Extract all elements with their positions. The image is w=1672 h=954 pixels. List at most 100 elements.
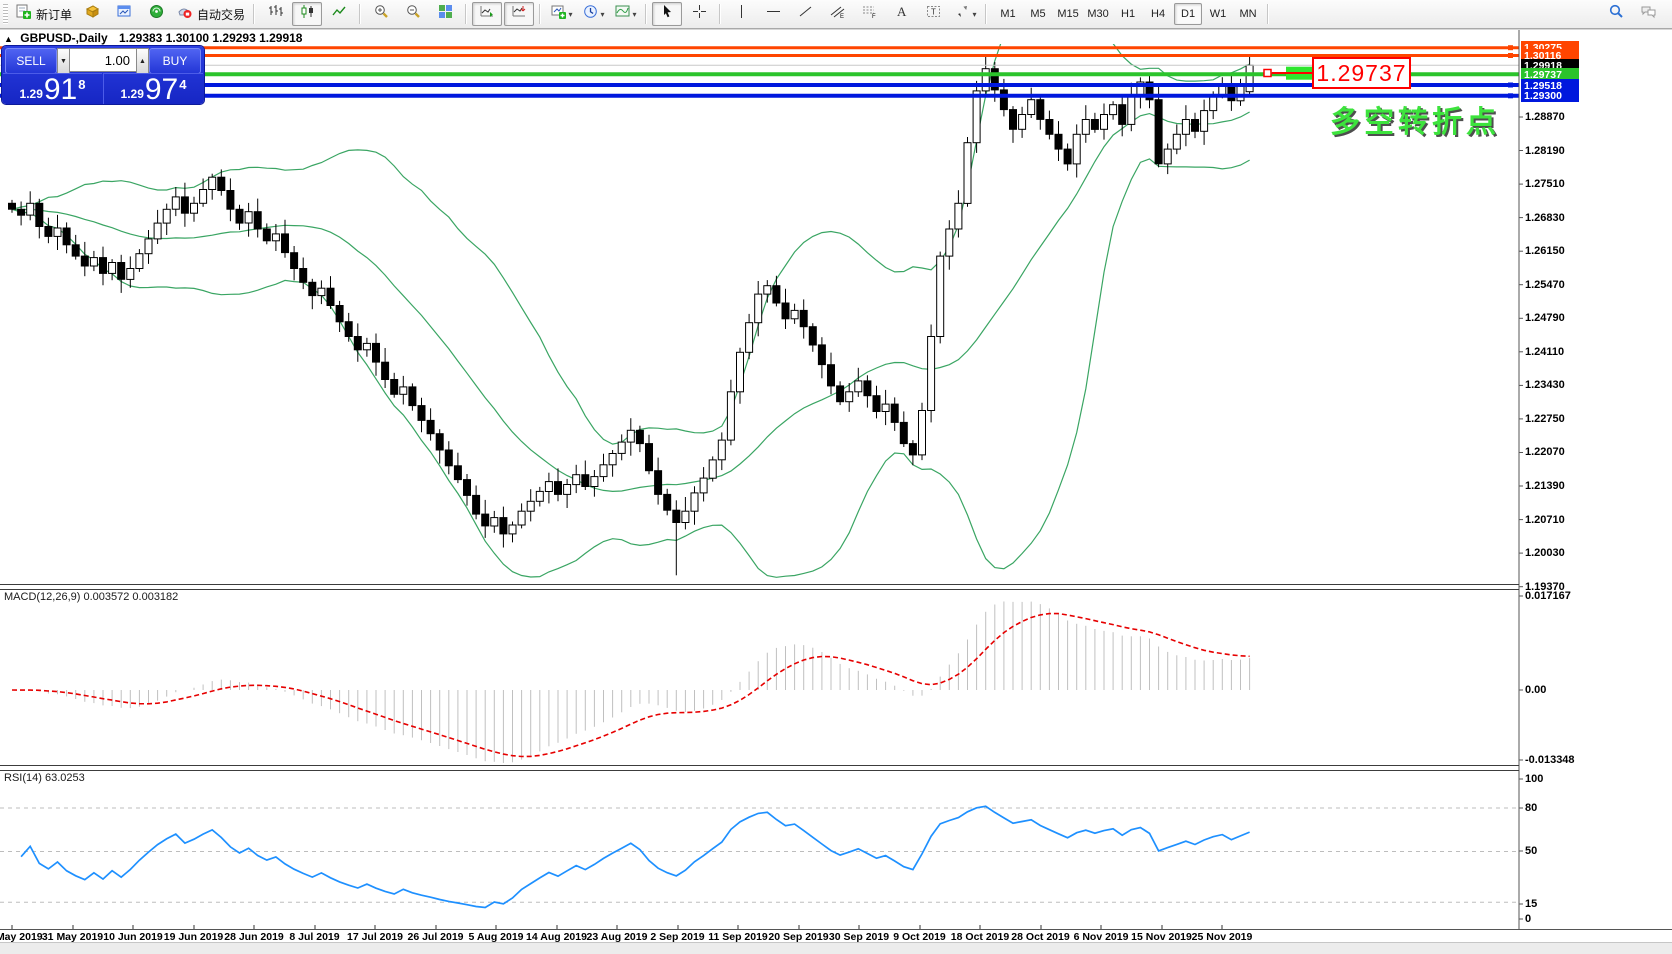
- dropdown-arrow-icon[interactable]: ▾: [633, 10, 637, 19]
- text-label-button[interactable]: T: [918, 2, 948, 26]
- macd-axis-tick[interactable]: 0.00: [1525, 684, 1546, 696]
- date-axis-label[interactable]: 25 Nov 2019: [1192, 931, 1253, 943]
- bar-chart-button[interactable]: [260, 2, 290, 26]
- dropdown-arrow-icon[interactable]: ▾: [569, 10, 573, 19]
- date-axis-label[interactable]: 17 Jul 2019: [347, 931, 403, 943]
- rsi-axis-tick[interactable]: 0: [1525, 913, 1531, 925]
- volume-decrease-button[interactable]: ▼: [57, 48, 70, 74]
- arrows-button[interactable]: ▾: [950, 2, 980, 26]
- buy-price[interactable]: 1.29974: [103, 73, 203, 104]
- timeframe-h1-button[interactable]: H1: [1114, 3, 1142, 25]
- timeframe-m15-button[interactable]: M15: [1054, 3, 1082, 25]
- date-axis-label[interactable]: 23 Aug 2019: [587, 931, 648, 943]
- vertical-line-button[interactable]: [726, 2, 756, 26]
- fibonacci-button[interactable]: F: [854, 2, 884, 26]
- rsi-axis-tick[interactable]: 15: [1525, 898, 1537, 910]
- date-axis-label[interactable]: 20 Sep 2019: [768, 931, 828, 943]
- line-chart-button[interactable]: [324, 2, 354, 26]
- new-chart-button[interactable]: ▾: [546, 2, 576, 26]
- sell-button[interactable]: SELL: [5, 48, 57, 74]
- date-axis-label[interactable]: 19 Jun 2019: [164, 931, 224, 943]
- timeframe-h4-button[interactable]: H4: [1144, 3, 1172, 25]
- text-button[interactable]: A: [886, 2, 916, 26]
- price-axis-tick[interactable]: 1.22750: [1525, 413, 1565, 425]
- rsi-axis-tick[interactable]: 50: [1525, 845, 1537, 857]
- data-window-button[interactable]: [109, 2, 139, 26]
- sell-price[interactable]: 1.29918: [3, 73, 102, 104]
- candlestick-chart-button[interactable]: [292, 2, 322, 26]
- rsi-axis-tick[interactable]: 80: [1525, 802, 1537, 814]
- market-watch-button[interactable]: [77, 2, 107, 26]
- date-axis-label[interactable]: 8 Jul 2019: [289, 931, 339, 943]
- line-handle[interactable]: [1508, 53, 1513, 58]
- price-axis-tick[interactable]: 1.24790: [1525, 312, 1565, 324]
- timeframe-m5-button[interactable]: M5: [1024, 3, 1052, 25]
- price-axis-tick[interactable]: 1.24110: [1525, 346, 1564, 358]
- timeframe-d1-button[interactable]: D1: [1174, 3, 1202, 25]
- period-button[interactable]: ▾: [578, 2, 608, 26]
- line-handle[interactable]: [1508, 93, 1513, 98]
- new-order-button[interactable]: 新订单: [12, 2, 75, 26]
- volume-increase-button[interactable]: ▲: [136, 48, 149, 74]
- autotrading-button[interactable]: 自动交易: [173, 2, 248, 26]
- timeframe-mn-button[interactable]: MN: [1234, 3, 1262, 25]
- date-axis-label[interactable]: 2 Sep 2019: [650, 931, 704, 943]
- date-axis-label[interactable]: 10 Jun 2019: [103, 931, 163, 943]
- price-axis-tick[interactable]: 1.20030: [1525, 547, 1565, 559]
- price-axis-tick[interactable]: 1.20710: [1525, 514, 1565, 526]
- crosshair-button[interactable]: [684, 2, 714, 26]
- price-axis-tick[interactable]: 1.28190: [1525, 145, 1565, 157]
- price-axis-tick[interactable]: 1.22070: [1525, 446, 1565, 458]
- search-button[interactable]: [1601, 2, 1631, 26]
- dropdown-arrow-icon[interactable]: ▾: [973, 10, 977, 19]
- macd-axis-tick[interactable]: 0.017167: [1525, 590, 1571, 602]
- price-axis-tick[interactable]: 1.28870: [1525, 111, 1565, 123]
- line-handle[interactable]: [1508, 83, 1513, 88]
- date-axis-label[interactable]: 18 Oct 2019: [951, 931, 1009, 943]
- zoom-out-button[interactable]: [398, 2, 428, 26]
- template-button[interactable]: ▾: [610, 2, 640, 26]
- date-axis-label[interactable]: 22 May 2019: [0, 931, 43, 943]
- note-annotation[interactable]: 多空转折点: [1330, 97, 1500, 141]
- timeframe-m1-button[interactable]: M1: [994, 3, 1022, 25]
- date-axis-label[interactable]: 31 May 2019: [42, 931, 103, 943]
- buy-button[interactable]: BUY: [149, 48, 201, 74]
- equidistant-channel-button[interactable]: E: [822, 2, 852, 26]
- chart-canvas[interactable]: [0, 0, 1672, 953]
- price-axis-tick[interactable]: 1.23430: [1525, 379, 1565, 391]
- date-axis-label[interactable]: 30 Sep 2019: [829, 931, 889, 943]
- callout-anchor[interactable]: [1264, 70, 1271, 77]
- date-axis-label[interactable]: 6 Nov 2019: [1074, 931, 1129, 943]
- timeframe-m30-button[interactable]: M30: [1084, 3, 1112, 25]
- trendline-button[interactable]: [790, 2, 820, 26]
- collapse-panel-icon[interactable]: ▲: [4, 34, 13, 44]
- tile-windows-button[interactable]: [430, 2, 460, 26]
- cursor-button[interactable]: [652, 2, 682, 26]
- volume-input[interactable]: [70, 48, 136, 72]
- date-axis-label[interactable]: 28 Oct 2019: [1011, 931, 1069, 943]
- navigator-button[interactable]: [141, 2, 171, 26]
- price-callout[interactable]: 1.29737: [1312, 57, 1411, 89]
- date-axis-label[interactable]: 11 Sep 2019: [708, 931, 768, 943]
- zoom-in-button[interactable]: [366, 2, 396, 26]
- horizontal-line-button[interactable]: [758, 2, 788, 26]
- price-axis-tick[interactable]: 1.25470: [1525, 279, 1565, 291]
- date-axis-label[interactable]: 26 Jul 2019: [407, 931, 463, 943]
- price-axis-tick[interactable]: 1.26830: [1525, 212, 1565, 224]
- price-axis-tick[interactable]: 1.21390: [1525, 480, 1565, 492]
- auto-scroll-button[interactable]: [472, 2, 502, 26]
- chart-shift-button[interactable]: [504, 2, 534, 26]
- date-axis-label[interactable]: 5 Aug 2019: [468, 931, 523, 943]
- price-axis-tick[interactable]: 1.27510: [1525, 178, 1565, 190]
- dropdown-arrow-icon[interactable]: ▾: [601, 10, 605, 19]
- timeframe-w1-button[interactable]: W1: [1204, 3, 1232, 25]
- date-axis-label[interactable]: 28 Jun 2019: [224, 931, 284, 943]
- date-axis-label[interactable]: 9 Oct 2019: [893, 931, 946, 943]
- line-handle[interactable]: [1508, 45, 1513, 50]
- community-chat-button[interactable]: [1633, 2, 1663, 26]
- date-axis-label[interactable]: 14 Aug 2019: [526, 931, 587, 943]
- rsi-axis-tick[interactable]: 100: [1525, 773, 1543, 785]
- date-axis-label[interactable]: 15 Nov 2019: [1131, 931, 1192, 943]
- macd-axis-tick[interactable]: -0.013348: [1525, 754, 1575, 766]
- price-axis-tick[interactable]: 1.26150: [1525, 245, 1565, 257]
